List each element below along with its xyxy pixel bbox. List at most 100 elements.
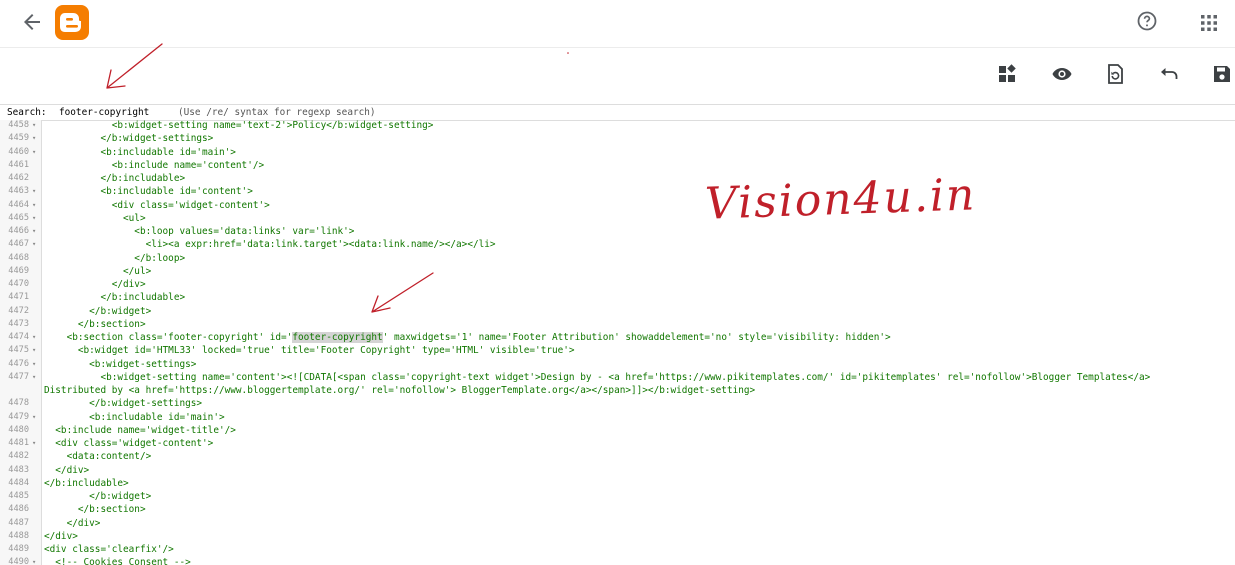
line-number: 4469	[8, 265, 29, 276]
code-line[interactable]: 4466 ▾ <b:loop values='data:links' var='l…	[0, 225, 1235, 238]
code-line[interactable]: 4460 ▾ <b:includable id='main'>	[0, 146, 1235, 159]
line-number: 4479	[8, 411, 29, 422]
code-text: </b:includable>	[44, 477, 129, 489]
line-number: 4461	[8, 159, 29, 170]
preview-eye-icon[interactable]	[1051, 63, 1073, 85]
line-number: 4487	[8, 517, 29, 528]
search-label: Search:	[7, 107, 47, 118]
code-line[interactable]: 4459 ▾ </b:widget-settings>	[0, 132, 1235, 145]
code-text: <div class='widget-content'>	[44, 199, 270, 211]
code-line[interactable]: 4470 </div>	[0, 278, 1235, 291]
code-line[interactable]: 4461 <b:include name='content'/>	[0, 159, 1235, 172]
code-text-before-match: <b:section class='footer-copyright' id='	[44, 332, 293, 343]
fold-toggle-icon[interactable]: ▾	[32, 120, 36, 132]
fold-toggle-icon[interactable]: ▾	[32, 331, 36, 344]
code-line[interactable]: 4458 ▾ <b:widget-setting name='text-2'>Po…	[0, 120, 1235, 132]
fold-toggle-icon[interactable]: ▾	[32, 358, 36, 371]
code-line[interactable]: 4474 ▾ <b:section class='footer-copyright…	[0, 331, 1235, 344]
line-number: 4474	[8, 332, 29, 342]
code-line[interactable]: 4472 </b:widget>	[0, 305, 1235, 318]
code-line[interactable]: 4463 ▾ <b:includable id='content'>	[0, 185, 1235, 198]
code-text-after-match: ' maxwidgets='1' name='Footer Attributio…	[382, 332, 891, 343]
fold-toggle-icon[interactable]: ▾	[32, 185, 36, 198]
code-text: <div class='widget-content'>	[44, 438, 214, 449]
apps-grid-icon[interactable]	[1197, 11, 1221, 35]
blogger-logo-icon[interactable]	[55, 5, 89, 40]
fold-toggle-icon[interactable]: ▾	[32, 132, 36, 145]
code-text: </b:widget>	[44, 305, 152, 317]
line-number: 4465	[8, 212, 29, 223]
search-match-highlight: footer-copyright	[292, 332, 383, 343]
code-text: </div>	[44, 530, 78, 542]
code-line[interactable]: 4482 <data:content/>	[0, 450, 1235, 463]
code-text: <b:widget-settings>	[44, 358, 197, 370]
code-line[interactable]: 4485 </b:widget>	[0, 490, 1235, 503]
code-editor[interactable]: 4458 ▾ <b:widget-setting name='text-2'>Po…	[0, 120, 1235, 565]
line-number: 4478	[8, 398, 29, 409]
code-line[interactable]: Distributed by <a href='https://www.blog…	[0, 384, 1235, 397]
line-number: 4464	[8, 199, 29, 210]
line-number: 4489	[8, 544, 29, 554]
restore-icon[interactable]	[1104, 63, 1126, 85]
code-line[interactable]: 4476 ▾ <b:widget-settings>	[0, 358, 1235, 371]
code-text: <ul>	[44, 212, 146, 224]
code-text: </b:includable>	[44, 173, 186, 184]
code-text: </ul>	[44, 265, 152, 277]
line-number: 4486	[8, 504, 29, 515]
code-text: <!-- Cookies Consent -->	[44, 557, 191, 565]
search-bar: Search: (Use /re/ syntax for regexp sear…	[0, 104, 1235, 121]
widgets-icon[interactable]	[996, 63, 1018, 85]
code-line[interactable]: 4467 ▾ <li><a expr:href='data:link.target…	[0, 238, 1235, 251]
code-line[interactable]: 4475 ▾ <b:widget id='HTML33' locked='true…	[0, 344, 1235, 357]
line-number: 4470	[8, 279, 29, 289]
code-line[interactable]: 4465 ▾ <ul>	[0, 212, 1235, 225]
code-line[interactable]: 4473 </b:section>	[0, 318, 1235, 331]
code-line[interactable]: 4469 </ul>	[0, 265, 1235, 278]
line-number: 4466	[8, 226, 29, 236]
code-text: <b:include name='widget-title'/>	[44, 424, 236, 436]
fold-toggle-icon[interactable]: ▾	[32, 437, 36, 450]
fold-toggle-icon[interactable]: ▾	[32, 556, 36, 565]
code-line[interactable]: 4471 </b:includable>	[0, 291, 1235, 304]
code-line[interactable]: 4462 </b:includable>	[0, 172, 1235, 185]
code-line[interactable]: 4464 ▾ <div class='widget-content'>	[0, 199, 1235, 212]
code-line[interactable]: 4490 ▾ <!-- Cookies Consent -->	[0, 556, 1235, 565]
code-line[interactable]: 4487 </div>	[0, 517, 1235, 530]
code-line[interactable]: 4489 <div class='clearfix'/>	[0, 543, 1235, 556]
fold-toggle-icon[interactable]: ▾	[32, 199, 36, 212]
code-line[interactable]: 4480 <b:include name='widget-title'/>	[0, 424, 1235, 437]
code-line[interactable]: 4484 </b:includable>	[0, 477, 1235, 490]
code-text: <b:includable id='content'>	[44, 186, 253, 198]
fold-toggle-icon[interactable]: ▾	[32, 411, 36, 424]
line-number: 4471	[8, 292, 29, 303]
line-number: 4460	[8, 146, 29, 157]
fold-toggle-icon[interactable]: ▾	[32, 212, 36, 225]
code-text: <li><a expr:href='data:link.target'><dat…	[44, 239, 496, 251]
fold-toggle-icon[interactable]: ▾	[32, 225, 36, 238]
code-line[interactable]: 4478 </b:widget-settings>	[0, 397, 1235, 410]
fold-toggle-icon[interactable]: ▾	[32, 371, 36, 384]
code-line[interactable]: 4468 </b:loop>	[0, 252, 1235, 265]
code-line[interactable]: 4481 ▾ <div class='widget-content'>	[0, 437, 1235, 450]
line-number: 4463	[8, 186, 29, 197]
save-icon[interactable]	[1211, 63, 1233, 85]
line-number: 4475	[8, 345, 29, 356]
code-line[interactable]: 4488 </div>	[0, 530, 1235, 543]
line-number: 4481	[8, 438, 29, 448]
search-input[interactable]	[59, 105, 167, 119]
line-number: 4472	[8, 305, 29, 316]
undo-icon[interactable]	[1158, 63, 1180, 85]
code-line[interactable]: 4483 </div>	[0, 464, 1235, 477]
fold-toggle-icon[interactable]: ▾	[32, 344, 36, 357]
code-text: <div class='clearfix'/>	[44, 544, 174, 555]
line-number: 4462	[8, 173, 29, 183]
fold-toggle-icon[interactable]: ▾	[32, 238, 36, 251]
help-circle-icon[interactable]	[1135, 9, 1159, 33]
code-line[interactable]: 4477 ▾ <b:widget-setting name='content'><…	[0, 371, 1235, 384]
fold-toggle-icon[interactable]: ▾	[32, 146, 36, 159]
code-text: </b:section>	[44, 318, 146, 330]
arrow-left-icon[interactable]	[20, 10, 44, 34]
code-text: </b:section>	[44, 504, 146, 516]
code-line[interactable]: 4479 ▾ <b:includable id='main'>	[0, 411, 1235, 424]
code-line[interactable]: 4486 </b:section>	[0, 503, 1235, 516]
